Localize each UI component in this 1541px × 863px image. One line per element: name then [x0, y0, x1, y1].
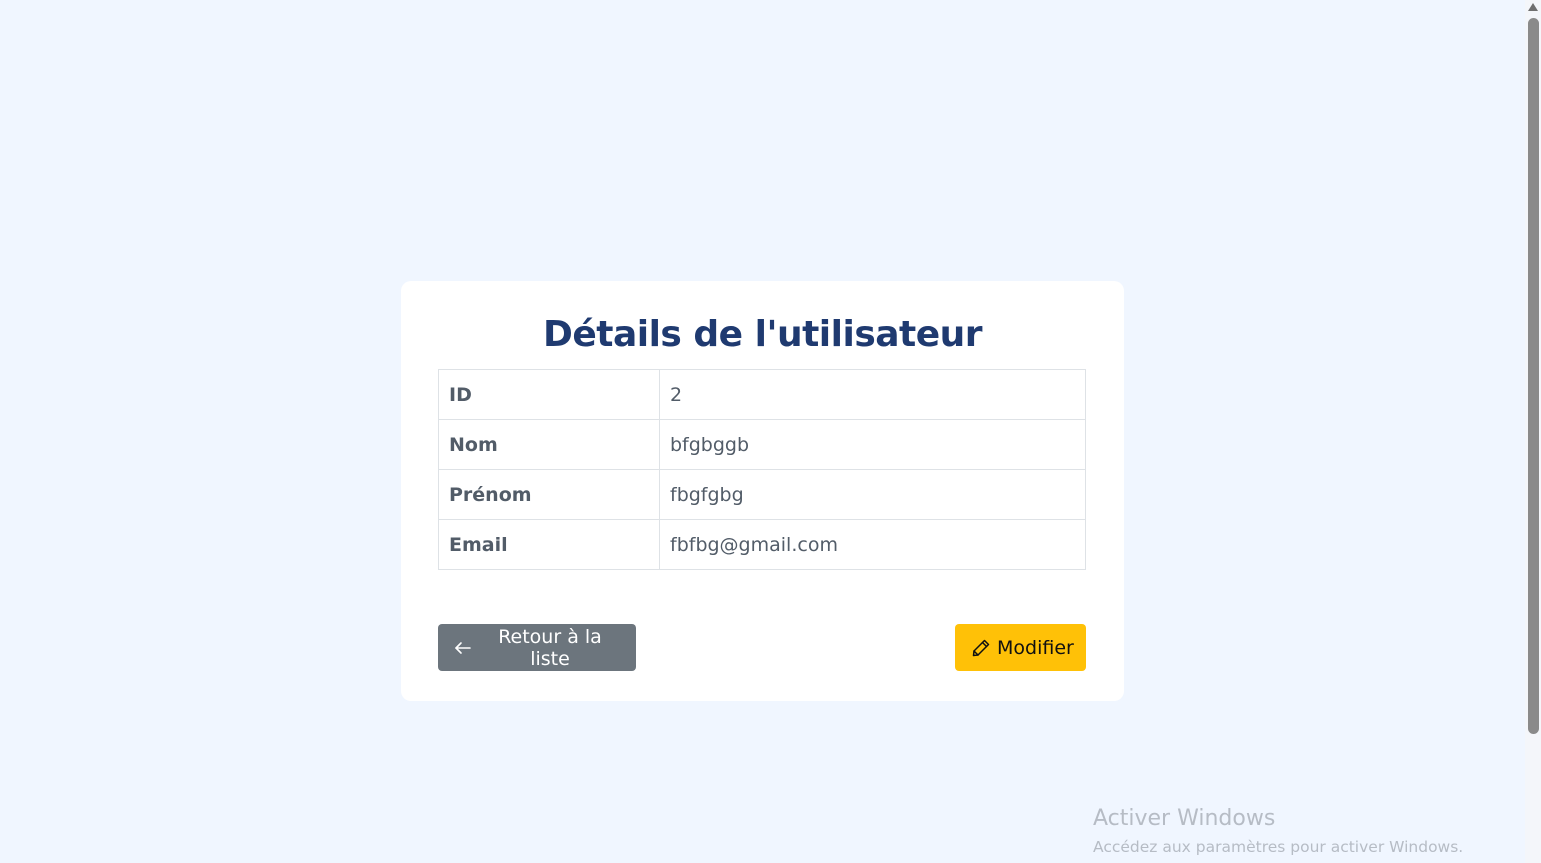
table-row-id: ID 2	[438, 369, 1086, 420]
page-title: Détails de l'utilisateur	[542, 314, 983, 355]
table-row-nom: Nom bfgbggb	[438, 419, 1086, 470]
row-value-prenom: fbgfgbg	[659, 469, 1086, 520]
user-details-table: ID 2 Nom bfgbggb Prénom fbgfgbg Email fb…	[438, 369, 1086, 570]
row-label-email: Email	[438, 519, 660, 570]
table-row-prenom: Prénom fbgfgbg	[438, 469, 1086, 520]
row-label-id: ID	[438, 369, 660, 420]
table-row-email: Email fbfbg@gmail.com	[438, 519, 1086, 570]
page-viewport: Détails de l'utilisateur ID 2 Nom bfgbgg…	[0, 0, 1525, 863]
row-label-prenom: Prénom	[438, 469, 660, 520]
watermark-subtitle: Accédez aux paramètres pour activer Wind…	[1093, 838, 1464, 856]
back-button-label: Retour à la liste	[498, 625, 602, 670]
vertical-scrollbar[interactable]	[1525, 0, 1541, 863]
edit-button-label: Modifier	[997, 636, 1074, 659]
row-value-id: 2	[659, 369, 1086, 420]
edit-button[interactable]: Modifier	[955, 624, 1086, 671]
arrow-left-icon	[454, 641, 472, 655]
scroll-up-arrow-icon[interactable]	[1528, 3, 1538, 11]
pencil-icon	[971, 638, 991, 658]
row-value-nom: bfgbggb	[659, 419, 1086, 470]
scrollbar-thumb[interactable]	[1528, 18, 1539, 734]
user-details-card: Détails de l'utilisateur ID 2 Nom bfgbgg…	[401, 281, 1124, 701]
row-label-nom: Nom	[438, 419, 660, 470]
back-to-list-button[interactable]: Retour à la liste	[438, 624, 636, 671]
watermark-title: Activer Windows	[1093, 806, 1276, 831]
windows-activation-watermark: Activer Windows Accédez aux paramètres p…	[1093, 804, 1463, 858]
row-value-email: fbfbg@gmail.com	[659, 519, 1086, 570]
